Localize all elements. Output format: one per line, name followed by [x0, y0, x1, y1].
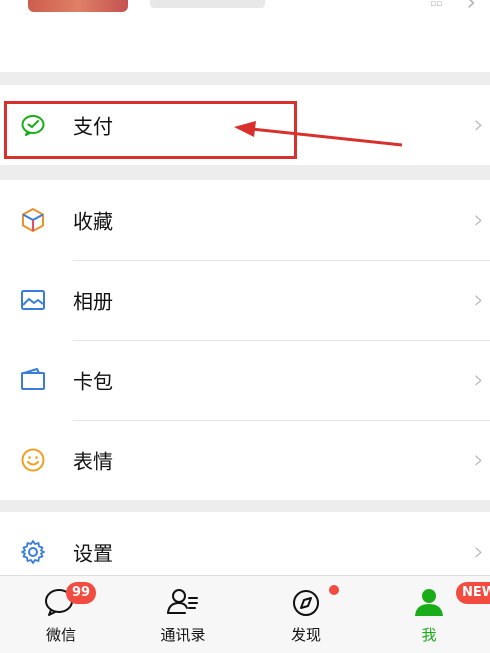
- tab-chats[interactable]: 99 微信: [0, 576, 122, 653]
- tab-label: 发现: [290, 626, 321, 644]
- bottom-tab-bar: 99 微信 通讯录 发现 NEW 我: [0, 575, 490, 653]
- menu-item-album[interactable]: 相册 ›: [0, 260, 490, 340]
- smiley-icon: [20, 447, 46, 473]
- tab-discover[interactable]: 发现: [245, 576, 367, 653]
- features-group: 收藏 › 相册 › 卡包 › 表情 ›: [0, 180, 490, 500]
- gear-icon: [20, 539, 46, 565]
- chevron-right-icon: ›: [473, 537, 484, 567]
- menu-item-label: 收藏: [73, 209, 113, 234]
- chevron-right-icon: ›: [473, 285, 484, 315]
- profile-card[interactable]: ▫▫ ›: [0, 0, 490, 72]
- person-icon: [409, 586, 449, 618]
- menu-item-label: 相册: [73, 289, 113, 314]
- chevron-right-icon: ›: [473, 365, 484, 395]
- annotation-arrow: [234, 121, 403, 147]
- menu-item-favorites[interactable]: 收藏 ›: [0, 180, 490, 260]
- compass-icon: [286, 586, 326, 618]
- tab-contacts[interactable]: 通讯录: [122, 576, 244, 653]
- contacts-icon: [163, 586, 203, 618]
- chevron-right-icon: ›: [473, 110, 484, 140]
- chevron-right-icon: ›: [473, 205, 484, 235]
- notification-dot: [329, 585, 339, 595]
- menu-item-label: 卡包: [73, 369, 113, 394]
- wallet-icon: [20, 367, 46, 393]
- menu-item-label: 表情: [73, 449, 113, 474]
- new-badge: NEW: [456, 582, 490, 604]
- chevron-right-icon: ›: [473, 445, 484, 475]
- tab-label: 通讯录: [160, 626, 206, 644]
- tab-label: 微信: [45, 626, 76, 644]
- tab-me[interactable]: NEW 我: [368, 576, 490, 653]
- qr-code-icon: ▫▫: [430, 0, 443, 9]
- menu-item-cards[interactable]: 卡包 ›: [0, 340, 490, 420]
- chevron-right-icon: ›: [466, 0, 476, 16]
- cube-icon: [20, 207, 46, 233]
- unread-badge: 99: [66, 582, 97, 604]
- tab-label: 我: [421, 626, 437, 644]
- avatar: [28, 0, 128, 12]
- image-icon: [20, 287, 46, 313]
- profile-info: [150, 0, 265, 8]
- menu-item-stickers[interactable]: 表情 ›: [0, 420, 490, 500]
- menu-item-label: 设置: [73, 541, 113, 566]
